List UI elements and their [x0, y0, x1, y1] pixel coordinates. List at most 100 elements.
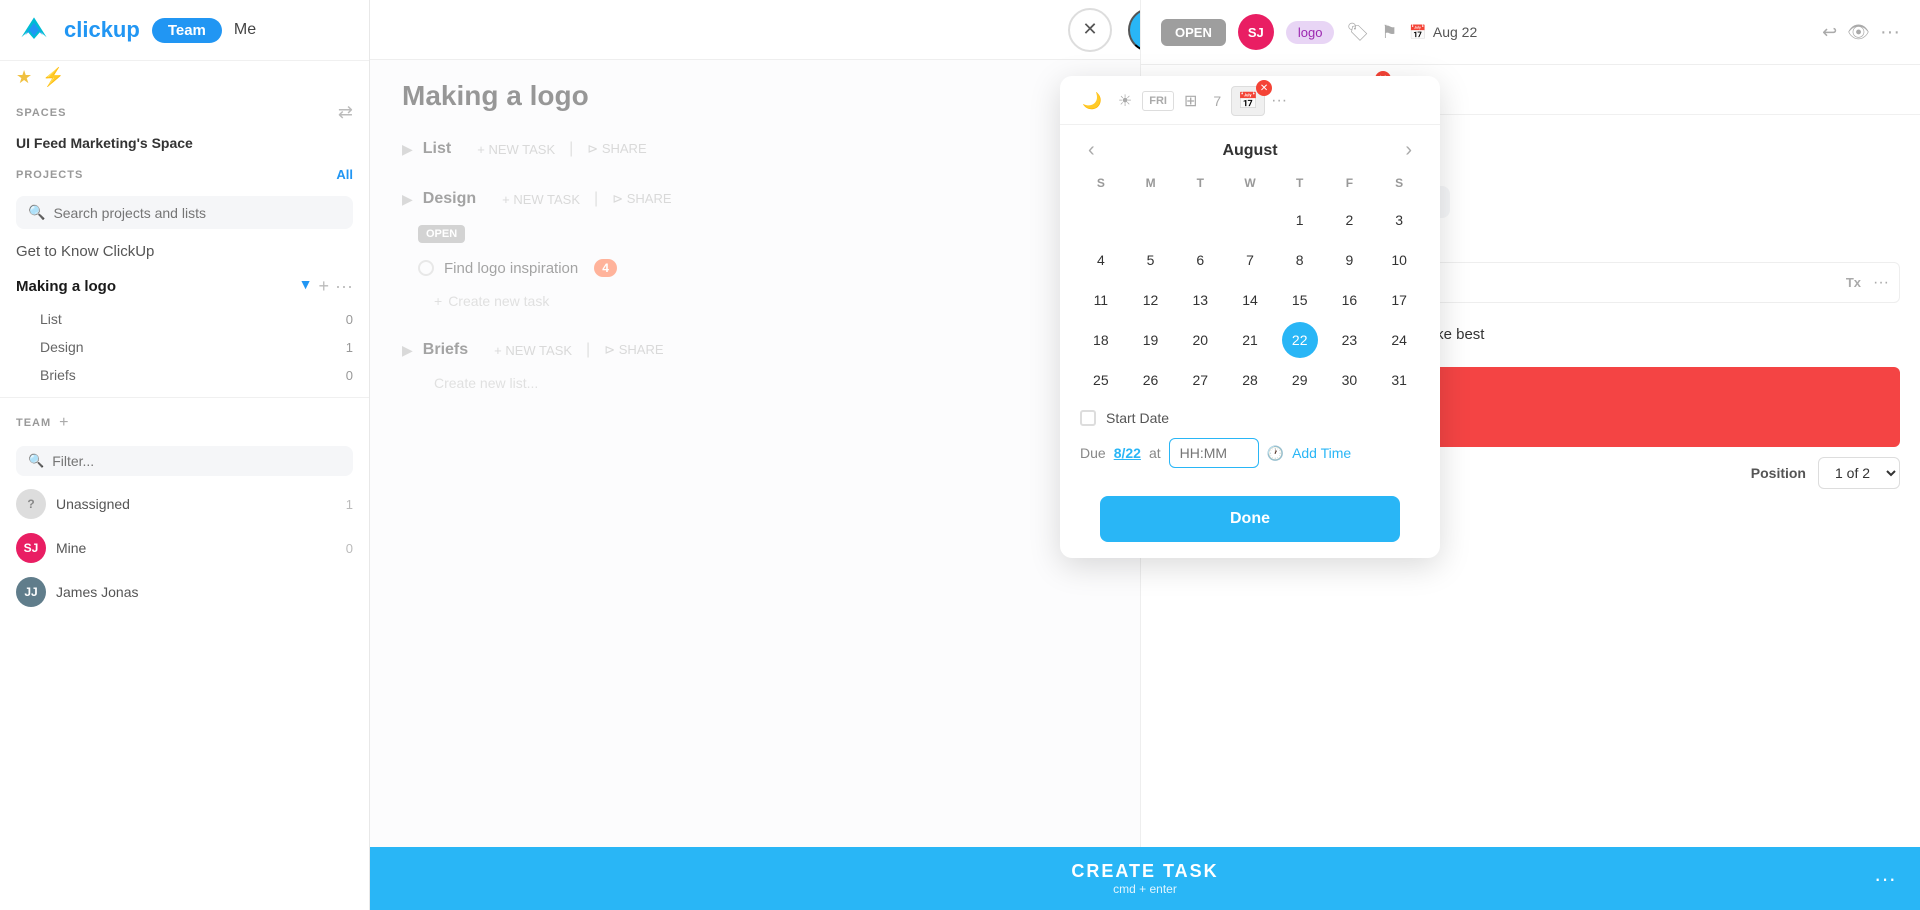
search-bar[interactable]: 🔍 — [16, 196, 353, 229]
cal-fri-button[interactable]: FRI — [1142, 91, 1174, 111]
search-input[interactable] — [53, 205, 341, 221]
space-name[interactable]: UI Feed Marketing's Space — [0, 131, 369, 159]
flag-icon[interactable]: ⚑ — [1381, 22, 1397, 43]
cal-day-empty — [1232, 202, 1268, 238]
cal-day-11[interactable]: 11 — [1083, 282, 1119, 318]
calendar-weekdays: S M T W T F S — [1076, 172, 1424, 194]
due-date[interactable]: 8/22 — [1114, 445, 1141, 461]
cal-day-25[interactable]: 25 — [1083, 362, 1119, 398]
team-section-label: TEAM — [16, 417, 51, 429]
nav-item-menu-button[interactable]: ··· — [335, 276, 353, 297]
start-date-row: Start Date — [1060, 400, 1440, 426]
sidebar-subitem-list[interactable]: List 0 — [24, 305, 369, 333]
task-status-badge[interactable]: OPEN — [1161, 19, 1226, 46]
cal-day-28[interactable]: 28 — [1232, 362, 1268, 398]
more-icon[interactable]: ··· — [1880, 21, 1900, 44]
add-time-link[interactable]: Add Time — [1292, 445, 1351, 461]
create-task-more-icon[interactable]: ··· — [1874, 866, 1896, 892]
sidebar-subitem-briefs[interactable]: Briefs 0 — [24, 361, 369, 389]
cal-day-5[interactable]: 5 — [1133, 242, 1169, 278]
cal-day-23[interactable]: 23 — [1331, 322, 1367, 358]
cal-day-empty — [1133, 202, 1169, 238]
cal-day-6[interactable]: 6 — [1182, 242, 1218, 278]
cal-day-19[interactable]: 19 — [1133, 322, 1169, 358]
add-team-button[interactable]: + — [59, 414, 68, 432]
editor-more-icon[interactable]: ··· — [1873, 274, 1889, 292]
create-task-label[interactable]: CREATE TASK — [1071, 861, 1218, 882]
cal-day-9[interactable]: 9 — [1331, 242, 1367, 278]
cal-day-16[interactable]: 16 — [1331, 282, 1367, 318]
cal-day-17[interactable]: 17 — [1381, 282, 1417, 318]
close-icon: ✕ — [1083, 19, 1098, 40]
filter-input[interactable] — [52, 453, 341, 469]
team-member-jj[interactable]: JJ James Jonas — [0, 570, 369, 614]
cal-moon-button[interactable]: 🌙 — [1076, 87, 1108, 115]
time-input[interactable] — [1169, 438, 1259, 468]
cal-day-3[interactable]: 3 — [1381, 202, 1417, 238]
search-icon: 🔍 — [28, 204, 45, 221]
cal-day-4[interactable]: 4 — [1083, 242, 1119, 278]
team-member-unassigned[interactable]: ? Unassigned 1 — [0, 482, 369, 526]
done-button[interactable]: Done — [1100, 496, 1400, 542]
calendar-next-button[interactable]: › — [1397, 135, 1420, 166]
me-label[interactable]: Me — [234, 21, 256, 39]
lightning-icon: ⚡ — [42, 67, 64, 88]
cal-day-7[interactable]: 7 — [1232, 242, 1268, 278]
cal-more-icon[interactable]: ··· — [1271, 92, 1287, 110]
task-user-avatar[interactable]: SJ — [1238, 14, 1274, 50]
view-icon[interactable]: 👁 — [1847, 22, 1870, 43]
arrow-down-icon: ▼ — [299, 276, 313, 297]
cal-day-empty — [1083, 202, 1119, 238]
cal-day-15[interactable]: 15 — [1282, 282, 1318, 318]
cal-day-2[interactable]: 2 — [1331, 202, 1367, 238]
filter-bar[interactable]: 🔍 — [16, 446, 353, 476]
task-date-chip[interactable]: 📅 Aug 22 — [1409, 24, 1477, 41]
create-task-shortcut: cmd + enter — [1071, 882, 1218, 896]
projects-header: PROJECTS All — [0, 159, 369, 190]
sidebar-subitem-design[interactable]: Design 1 — [24, 333, 369, 361]
avatar-sj: SJ — [16, 533, 46, 563]
calendar-prev-button[interactable]: ‹ — [1080, 135, 1103, 166]
sidebar-item-gettoknow[interactable]: Get to Know ClickUp — [0, 235, 369, 268]
spaces-header: SPACES ⇄ — [0, 94, 369, 131]
cal-grid2-button[interactable]: ⊞ — [1178, 87, 1203, 115]
cal-day-18[interactable]: 18 — [1083, 322, 1119, 358]
task-tag[interactable]: logo — [1286, 21, 1335, 44]
cal-day-22[interactable]: 22 — [1282, 322, 1318, 358]
overlay-icons: ↩ 👁 ··· — [1822, 21, 1900, 44]
team-header: TEAM + — [0, 406, 369, 440]
position-select[interactable]: 1 of 2 — [1818, 457, 1900, 489]
start-date-label: Start Date — [1106, 410, 1169, 426]
cal-day-14[interactable]: 14 — [1232, 282, 1268, 318]
cal-day-27[interactable]: 27 — [1182, 362, 1218, 398]
cal-day-8[interactable]: 8 — [1282, 242, 1318, 278]
cal-sun-button[interactable]: ☀ — [1112, 87, 1138, 115]
cal-day-20[interactable]: 20 — [1182, 322, 1218, 358]
cal-day-24[interactable]: 24 — [1381, 322, 1417, 358]
cal-calendar-close-button[interactable]: ✕ — [1256, 80, 1272, 96]
all-link[interactable]: All — [336, 167, 353, 182]
undo-icon[interactable]: ↩ — [1822, 22, 1837, 43]
cal-day-31[interactable]: 31 — [1381, 362, 1417, 398]
filter-icon: 🔍 — [28, 453, 44, 469]
cal-day-29[interactable]: 29 — [1282, 362, 1318, 398]
start-date-checkbox[interactable] — [1080, 410, 1096, 426]
cal-day-13[interactable]: 13 — [1182, 282, 1218, 318]
cal-day-empty — [1182, 202, 1218, 238]
cal-7-button[interactable]: 7 — [1207, 89, 1227, 113]
cal-day-26[interactable]: 26 — [1133, 362, 1169, 398]
team-member-mine[interactable]: SJ Mine 0 — [0, 526, 369, 570]
cal-day-21[interactable]: 21 — [1232, 322, 1268, 358]
cal-day-1[interactable]: 1 — [1282, 202, 1318, 238]
sidebar-item-makingoalogo[interactable]: Making a logo ▼ + ··· — [0, 268, 369, 305]
calendar-header: ‹ August › — [1060, 125, 1440, 172]
nav-close-button[interactable]: ✕ — [1068, 8, 1112, 52]
cal-day-10[interactable]: 10 — [1381, 242, 1417, 278]
cal-day-30[interactable]: 30 — [1331, 362, 1367, 398]
sidebar-collapse-icon[interactable]: ⇄ — [338, 102, 353, 123]
team-badge[interactable]: Team — [152, 18, 222, 43]
tag-icon[interactable]: 🏷 — [1346, 22, 1369, 43]
clear-format-button[interactable]: Tx — [1840, 273, 1867, 292]
add-nav-item-button[interactable]: + — [319, 276, 330, 297]
cal-day-12[interactable]: 12 — [1133, 282, 1169, 318]
